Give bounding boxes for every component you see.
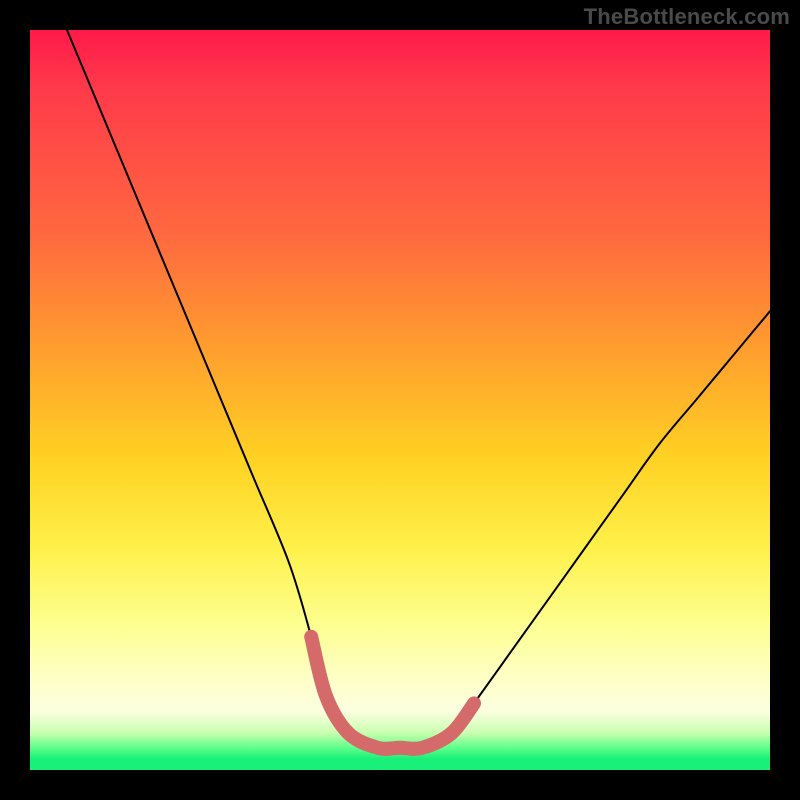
bottleneck-curve	[67, 30, 770, 749]
plot-area	[30, 30, 770, 770]
chart-frame: TheBottleneck.com	[0, 0, 800, 800]
optimal-band	[311, 637, 474, 749]
curves-svg	[30, 30, 770, 770]
watermark-text: TheBottleneck.com	[584, 4, 790, 30]
